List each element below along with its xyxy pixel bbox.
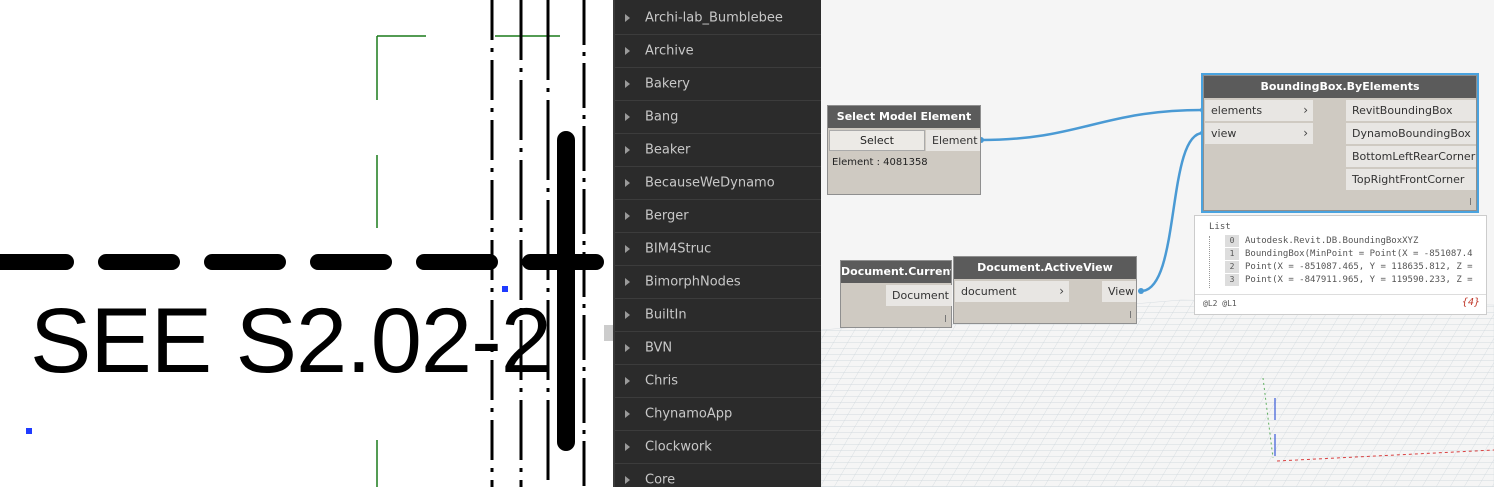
library-item-label: BimorphNodes: [645, 274, 741, 290]
library-item-builtin[interactable]: BuiltIn: [615, 299, 821, 332]
preview-row-index: 2: [1225, 261, 1239, 273]
node-title: Document.ActiveView: [954, 257, 1136, 279]
wire-element-to-elements: [980, 108, 1204, 142]
revit-view[interactable]: SEE S2.02-2: [0, 0, 613, 487]
output-port-bottomleftrearcorner[interactable]: BottomLeftRearCorner: [1346, 146, 1476, 167]
node-title: Select Model Element: [828, 106, 980, 128]
output-port-dynamoboundingbox[interactable]: DynamoBoundingBox: [1346, 123, 1476, 144]
preview-count: {4}: [1461, 297, 1480, 308]
library-item-beaker[interactable]: Beaker: [615, 134, 821, 167]
preview-list-header: List: [1209, 222, 1231, 232]
input-port-document[interactable]: document ›: [955, 281, 1069, 302]
output-port-document[interactable]: Document: [886, 285, 952, 306]
library-scroll-thumb[interactable]: [604, 325, 613, 341]
expand-arrow-icon: [625, 344, 630, 352]
library-item-archi-lab-bumblebee[interactable]: Archi-lab_Bumblebee: [615, 2, 821, 35]
library-panel[interactable]: Archi-lab_Bumblebee Archive Bakery Bang …: [613, 0, 821, 487]
library-item-label: BuiltIn: [645, 307, 687, 323]
preview-row: 3 Point(X = -847911.965, Y = 119590.233, …: [1225, 274, 1473, 286]
library-item-core[interactable]: Core: [615, 464, 821, 487]
library-item-becausewedynamo[interactable]: BecauseWeDynamo: [615, 167, 821, 200]
expand-arrow-icon: [625, 443, 630, 451]
chevron-right-icon: ›: [1303, 126, 1308, 140]
select-button[interactable]: Select: [829, 130, 925, 151]
preview-row-index: 0: [1225, 235, 1239, 247]
preview-row-index: 3: [1225, 274, 1239, 286]
expand-arrow-icon: [625, 14, 630, 22]
preview-row: 0 Autodesk.Revit.DB.BoundingBoxXYZ: [1225, 235, 1418, 247]
expand-arrow-icon: [625, 80, 630, 88]
revit-drawing: [0, 0, 611, 487]
preview-row-value: Point(X = -851087.465, Y = 118635.812, Z…: [1245, 262, 1473, 272]
expand-arrow-icon: [625, 410, 630, 418]
library-item-label: Berger: [645, 208, 689, 224]
library-item-label: ChynamoApp: [645, 406, 733, 422]
library-item-label: Archive: [645, 43, 694, 59]
library-item-label: Core: [645, 472, 676, 487]
library-item-label: Chris: [645, 373, 679, 389]
input-port-elements[interactable]: elements ›: [1205, 100, 1313, 121]
library-item-label: Bang: [645, 109, 679, 125]
library-item-archive[interactable]: Archive: [615, 35, 821, 68]
preview-row: 2 Point(X = -851087.465, Y = 118635.812, …: [1225, 261, 1473, 273]
library-item-label: BecauseWeDynamo: [645, 175, 775, 191]
expand-arrow-icon: [625, 245, 630, 253]
library-item-clockwork[interactable]: Clockwork: [615, 431, 821, 464]
preview-row-value: Point(X = -847911.965, Y = 119590.233, Z…: [1245, 275, 1473, 285]
output-port-toprightfrontcorner[interactable]: TopRightFrontCorner: [1346, 169, 1476, 190]
node-footer-marker: [945, 315, 946, 322]
node-preview-bubble[interactable]: List 0 Autodesk.Revit.DB.BoundingBoxXYZ 1…: [1194, 215, 1487, 315]
node-document-current[interactable]: Document.Current Document: [840, 260, 952, 328]
output-port-element[interactable]: Element: [926, 130, 980, 151]
expand-arrow-icon: [625, 212, 630, 220]
node-title: Document.Current: [841, 261, 951, 283]
preview-row-index: 1: [1225, 248, 1239, 260]
library-item-label: Beaker: [645, 142, 691, 158]
input-port-view[interactable]: view ›: [1205, 123, 1313, 144]
expand-arrow-icon: [625, 146, 630, 154]
preview-levels: @L2 @L1: [1203, 299, 1237, 308]
dynamo-canvas[interactable]: Select Model Element Select Element Elem…: [821, 0, 1494, 487]
expand-arrow-icon: [625, 113, 630, 121]
node-title: BoundingBox.ByElements: [1204, 76, 1476, 98]
node-document-activeview[interactable]: Document.ActiveView document › View: [953, 256, 1137, 324]
library-item-bimorphnodes[interactable]: BimorphNodes: [615, 266, 821, 299]
library-item-bvn[interactable]: BVN: [615, 332, 821, 365]
preview-row-value: BoundingBox(MinPoint = Point(X = -851087…: [1245, 249, 1473, 259]
preview-row: 1 BoundingBox(MinPoint = Point(X = -85108…: [1225, 248, 1473, 260]
input-port-label: document: [961, 285, 1017, 298]
node-footer-marker: [1470, 198, 1471, 205]
preview-tree-line: [1209, 236, 1211, 288]
library-item-bim4struc[interactable]: BIM4Struc: [615, 233, 821, 266]
expand-arrow-icon: [625, 377, 630, 385]
output-port-revitboundingbox[interactable]: RevitBoundingBox: [1346, 100, 1476, 121]
preview-row-value: Autodesk.Revit.DB.BoundingBoxXYZ: [1245, 236, 1419, 246]
expand-arrow-icon: [625, 179, 630, 187]
node-boundingbox-byelements[interactable]: BoundingBox.ByElements elements › view ›…: [1201, 73, 1479, 213]
library-item-chris[interactable]: Chris: [615, 365, 821, 398]
library-item-label: Clockwork: [645, 439, 712, 455]
preview-divider: [1195, 294, 1486, 295]
output-port-view[interactable]: View: [1102, 281, 1136, 302]
expand-arrow-icon: [625, 278, 630, 286]
chevron-right-icon: ›: [1059, 284, 1064, 298]
element-id-info: Element : 4081358: [832, 157, 928, 168]
library-item-chynamoapp[interactable]: ChynamoApp: [615, 398, 821, 431]
section-annotation-text[interactable]: SEE S2.02-2: [30, 295, 552, 387]
expand-arrow-icon: [625, 311, 630, 319]
library-item-bakery[interactable]: Bakery: [615, 68, 821, 101]
chevron-right-icon: ›: [1303, 103, 1308, 117]
library-item-label: BVN: [645, 340, 673, 356]
input-port-label: elements: [1211, 104, 1263, 117]
library-item-label: Archi-lab_Bumblebee: [645, 10, 783, 26]
library-item-label: BIM4Struc: [645, 241, 712, 257]
expand-arrow-icon: [625, 476, 630, 484]
node-select-model-element[interactable]: Select Model Element Select Element Elem…: [827, 105, 981, 195]
node-footer-marker: [1130, 311, 1131, 318]
library-item-label: Bakery: [645, 76, 690, 92]
library-item-bang[interactable]: Bang: [615, 101, 821, 134]
expand-arrow-icon: [625, 47, 630, 55]
input-port-label: view: [1211, 127, 1237, 140]
library-item-berger[interactable]: Berger: [615, 200, 821, 233]
